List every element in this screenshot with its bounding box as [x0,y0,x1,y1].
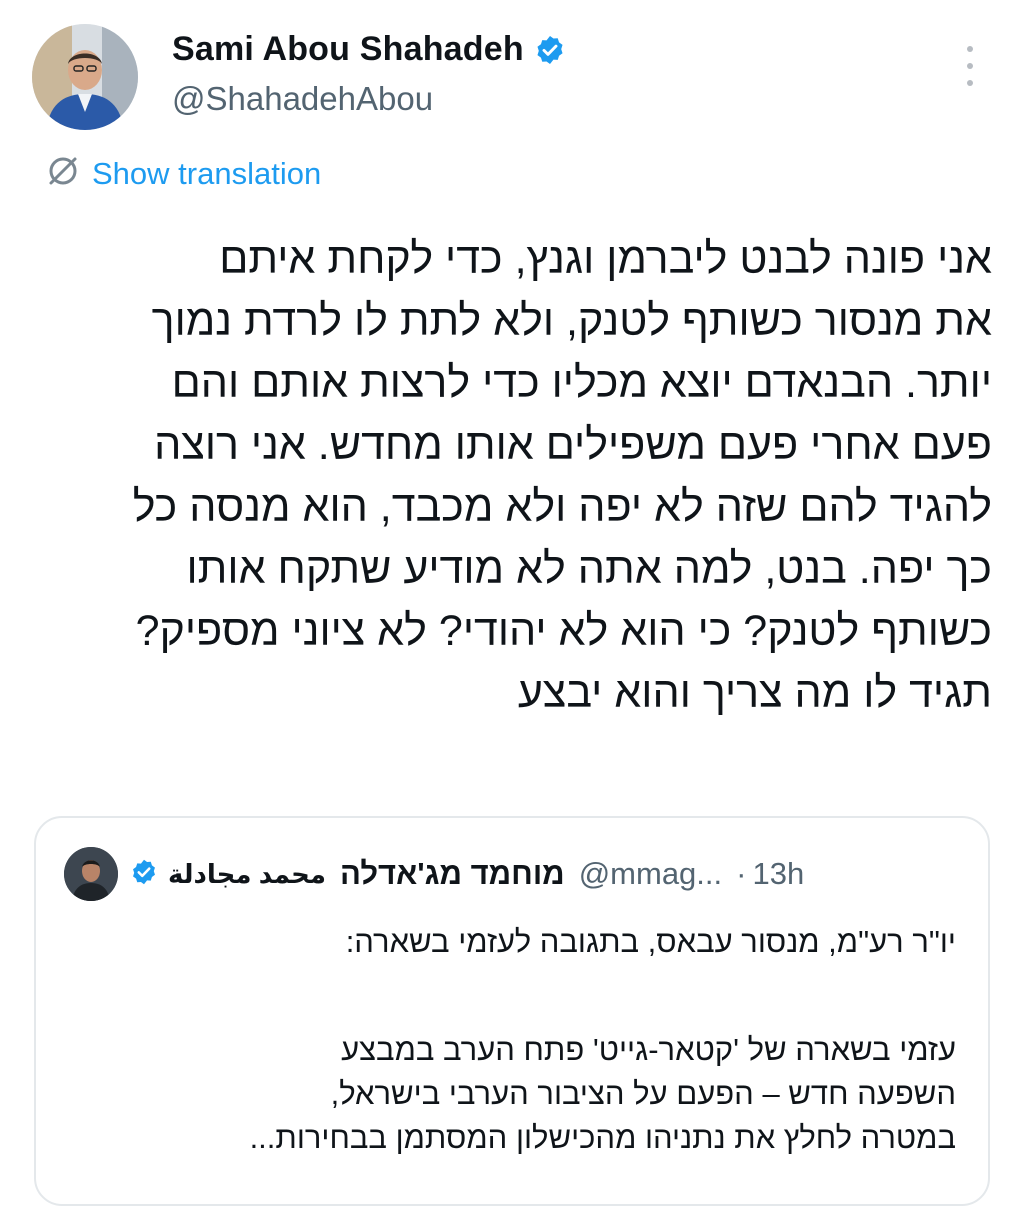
quoted-body-line: השפעה חדש – הפעם על הציבור הערבי בישראל, [330,1076,956,1111]
show-translation-label: Show translation [92,155,322,191]
show-translation-link[interactable]: Show translation [44,152,321,195]
verified-badge-icon [534,34,566,66]
quoted-author-name[interactable]: מוחמד מג'אדלה [340,856,565,892]
quoted-author-avatar[interactable] [64,847,118,901]
quoted-body-line: עזמי בשארה של 'קטאר-גייט' פתח הערב במבצע [341,1032,956,1067]
quoted-body-line: במטרה לחלץ את נתניהו מהכישלון המסתמן בבח… [249,1120,956,1155]
tweet-text-line: אני פונה לבנט ליברמן וגנץ, כדי לקחת איתם [219,235,992,283]
tweet-text-line: יותר. הבנאדם יוצא מכליו כדי לרצות אותם ו… [171,359,992,407]
tweet-text-line: להגיד להם שזה לא יפה ולא מכבד, הוא מנסה … [132,483,992,531]
quoted-intro: יו"ר רע"מ, מנסור עבאס, בתגובה לעזמי בשאר… [56,920,956,964]
tweet-text-line: כך יפה. בנט, למה אתה לא מודיע שתקח אותו [186,545,992,593]
tweet-text: אני פונה לבנט ליברמן וגנץ, כדי לקחת איתם… [32,228,992,724]
author-handle[interactable]: @ShahadehAbou [172,80,433,118]
more-options-icon[interactable] [958,46,982,86]
translate-icon [44,152,82,195]
tweet-text-line: פעם אחרי פעם משפילים אותו מחדש. אני רוצה [154,421,992,469]
tweet-text-line: את מנסור כשותף לטנק, ולא לתת לו לרדת נמו… [151,297,992,345]
quoted-author-handle[interactable]: @mmag... [579,856,722,892]
separator-dot: · [736,856,747,891]
quoted-tweet-card[interactable]: محمد مجادلة מוחמד מג'אדלה @mmag... · 13h… [34,816,990,1206]
quoted-body: עזמי בשארה של 'קטאר-גייט' פתח הערב במבצע… [56,1028,956,1160]
quoted-author-arabic-name: محمد مجادلة [168,858,326,889]
quoted-intro-line: יו"ר רע"מ, מנסור עבאס, בתגובה לעזמי בשאר… [345,924,956,959]
author-name[interactable]: Sami Abou Shahadeh [172,30,524,69]
quoted-timestamp[interactable]: 13h [752,856,804,892]
quoted-tweet-header: محمد مجادلة מוחמד מג'אדלה @mmag... · 13h [64,846,956,902]
author-avatar[interactable] [32,24,138,130]
quoted-verified-badge-icon [130,858,158,891]
tweet-text-line: תגיד לו מה צריך והוא יבצע [517,669,992,717]
tweet-text-line: כשותף לטנק? כי הוא לא יהודי? לא ציוני מס… [135,607,992,655]
tweet-header: Sami Abou Shahadeh @ShahadehAbou [32,24,992,134]
